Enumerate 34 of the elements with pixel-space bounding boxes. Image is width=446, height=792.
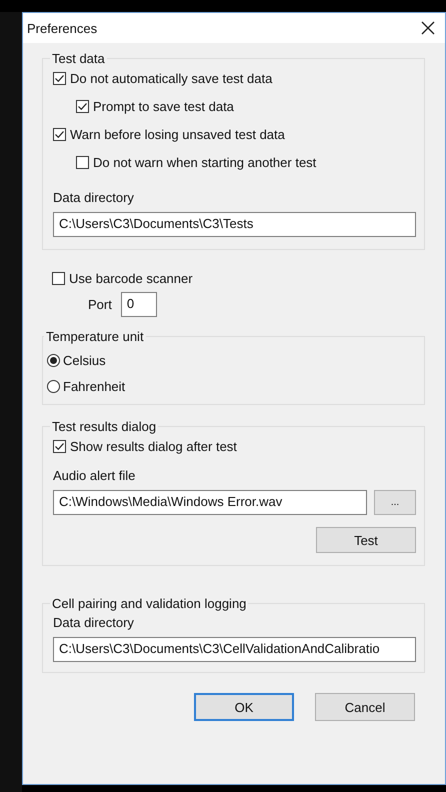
radio-label: Fahrenheit [63,378,126,394]
close-icon[interactable] [421,21,435,35]
group-title: Test data [51,51,106,66]
checkbox-label: Prompt to save test data [93,98,234,114]
field-label: Port [88,297,112,312]
window-title: Preferences [27,20,98,36]
checkbox-label: Use barcode scanner [69,270,193,286]
checkbox[interactable] [76,156,89,168]
checkbox[interactable] [53,128,66,140]
checkbox[interactable] [52,272,65,284]
field-label: Data directory [53,190,135,207]
checkbox[interactable] [53,72,66,84]
group-title: Test results dialog [51,419,158,434]
input-field[interactable]: C:\Users\C3\Documents\C3\CellValidationAndCalibratio [53,637,416,662]
group-title: Temperature unit [45,329,145,344]
cancel-button[interactable]: Cancel [315,693,415,721]
ok-button[interactable]: OK [194,693,294,721]
test-button[interactable]: Test [316,527,416,553]
input-field[interactable]: 0 [120,292,157,317]
radio-button[interactable] [47,354,60,366]
radio-label: Celsius [63,352,106,368]
checkbox-label: Show results dialog after test [70,438,237,454]
checkbox-label: Do not automatically save test data [70,70,272,86]
checkbox-label: Do not warn when starting another test [93,154,316,170]
checkbox-label: Warn before losing unsaved test data [70,126,285,142]
group-title: Cell pairing and validation logging [51,596,248,611]
field-label: Audio alert file [53,468,136,485]
radio-button[interactable] [47,380,60,392]
checkbox[interactable] [53,440,66,452]
browse-button[interactable]: ... [374,490,416,515]
field-label: Data directory [53,615,135,632]
input-field[interactable]: C:\Users\C3\Documents\C3\Tests [53,212,416,237]
checkbox[interactable] [76,100,89,112]
input-field[interactable]: C:\Windows\Media\Windows Error.wav [53,490,367,515]
